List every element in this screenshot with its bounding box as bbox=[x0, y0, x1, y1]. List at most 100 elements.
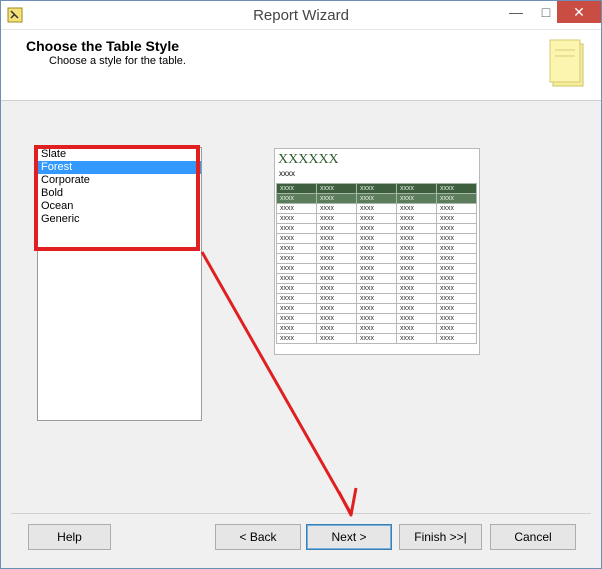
preview-table-cell: xxxx bbox=[276, 193, 317, 204]
next-button[interactable]: Next > bbox=[306, 524, 392, 550]
preview-table-cell: xxxx bbox=[276, 263, 317, 274]
preview-table-cell: xxxx bbox=[356, 233, 397, 244]
preview-table-cell: xxxx bbox=[396, 303, 437, 314]
preview-table-cell: xxxx bbox=[436, 283, 477, 294]
back-button[interactable]: < Back bbox=[215, 524, 301, 550]
preview-table-cell: xxxx bbox=[316, 323, 357, 334]
preview-table-row: xxxx xxxx xxxx xxxx xxxx bbox=[276, 183, 477, 194]
preview-table-cell: xxxx bbox=[396, 313, 437, 324]
preview-table-cell: xxxx bbox=[396, 193, 437, 204]
preview-table-cell: xxxx bbox=[356, 303, 397, 314]
preview-table-row: xxxx xxxx xxxx xxxx xxxx bbox=[276, 223, 477, 234]
preview-table-cell: xxxx bbox=[276, 273, 317, 284]
preview-table-cell: xxxx bbox=[396, 283, 437, 294]
preview-table-row: xxxx xxxx xxxx xxxx xxxx bbox=[276, 293, 477, 304]
preview-table-cell: xxxx bbox=[276, 223, 317, 234]
wizard-page-icon bbox=[549, 38, 589, 90]
preview-table-row: xxxx xxxx xxxx xxxx xxxx bbox=[276, 283, 477, 294]
preview-table-cell: xxxx bbox=[276, 293, 317, 304]
preview-table-cell: xxxx bbox=[316, 223, 357, 234]
preview-table-row: xxxx xxxx xxxx xxxx xxxx bbox=[276, 243, 477, 254]
preview-table-cell: xxxx bbox=[316, 303, 357, 314]
page-subtitle: Choose a style for the table. bbox=[49, 55, 186, 67]
preview-table-row: xxxx xxxx xxxx xxxx xxxx bbox=[276, 323, 477, 334]
preview-table-cell: xxxx bbox=[276, 203, 317, 214]
preview-table-cell: xxxx bbox=[316, 313, 357, 324]
preview-table-cell: xxxx bbox=[316, 293, 357, 304]
preview-table-cell: xxxx bbox=[396, 213, 437, 224]
preview-table-cell: xxxx bbox=[356, 223, 397, 234]
report-wizard-window: Report Wizard — □ ✕ Choose the Table Sty… bbox=[0, 0, 602, 569]
preview-table-cell: xxxx bbox=[436, 203, 477, 214]
preview-table-cell: xxxx bbox=[316, 193, 357, 204]
preview-table-row: xxxx xxxx xxxx xxxx xxxx bbox=[276, 303, 477, 314]
preview-table-cell: xxxx bbox=[276, 213, 317, 224]
annotation-highlight-box bbox=[34, 145, 200, 251]
preview-table-cell: xxxx bbox=[396, 203, 437, 214]
preview-table-cell: xxxx bbox=[396, 183, 437, 194]
preview-table-row: xxxx xxxx xxxx xxxx xxxx bbox=[276, 193, 477, 204]
preview-table-cell: xxxx bbox=[356, 333, 397, 344]
preview-table-cell: xxxx bbox=[396, 223, 437, 234]
preview-table-cell: xxxx bbox=[276, 183, 317, 194]
preview-table-cell: xxxx bbox=[356, 203, 397, 214]
preview-table-cell: xxxx bbox=[436, 273, 477, 284]
preview-table-cell: xxxx bbox=[276, 283, 317, 294]
preview-table-cell: xxxx bbox=[276, 323, 317, 334]
title-bar: Report Wizard — □ ✕ bbox=[1, 1, 601, 30]
wizard-header: Choose the Table Style Choose a style fo… bbox=[1, 30, 601, 101]
preview-table-cell: xxxx bbox=[356, 283, 397, 294]
preview-table-cell: xxxx bbox=[436, 303, 477, 314]
preview-table-cell: xxxx bbox=[396, 323, 437, 334]
preview-table-cell: xxxx bbox=[436, 213, 477, 224]
minimize-icon[interactable]: — bbox=[501, 1, 531, 23]
preview-table-cell: xxxx bbox=[276, 313, 317, 324]
preview-table-cell: xxxx bbox=[356, 193, 397, 204]
preview-table-cell: xxxx bbox=[396, 333, 437, 344]
preview-table-cell: xxxx bbox=[436, 193, 477, 204]
preview-table-cell: xxxx bbox=[436, 253, 477, 264]
preview-table-cell: xxxx bbox=[276, 233, 317, 244]
preview-table-cell: xxxx bbox=[436, 293, 477, 304]
preview-table-cell: xxxx bbox=[316, 333, 357, 344]
close-icon[interactable]: ✕ bbox=[557, 1, 601, 23]
preview-table-cell: xxxx bbox=[436, 333, 477, 344]
page-title: Choose the Table Style bbox=[26, 38, 179, 54]
preview-table-row: xxxx xxxx xxxx xxxx xxxx bbox=[276, 213, 477, 224]
preview-table-cell: xxxx bbox=[316, 243, 357, 254]
preview-table-cell: xxxx bbox=[356, 323, 397, 334]
preview-table-row: xxxx xxxx xxxx xxxx xxxx bbox=[276, 233, 477, 244]
preview-table-cell: xxxx bbox=[356, 293, 397, 304]
preview-table-cell: xxxx bbox=[316, 283, 357, 294]
preview-table-cell: xxxx bbox=[436, 323, 477, 334]
preview-table-cell: xxxx bbox=[396, 243, 437, 254]
preview-table-cell: xxxx bbox=[276, 333, 317, 344]
preview-table-row: xxxx xxxx xxxx xxxx xxxx bbox=[276, 263, 477, 274]
preview-table-cell: xxxx bbox=[276, 253, 317, 264]
finish-button[interactable]: Finish >>| bbox=[399, 524, 482, 550]
preview-table-cell: xxxx bbox=[316, 183, 357, 194]
preview-table-cell: xxxx bbox=[356, 243, 397, 254]
preview-table-cell: xxxx bbox=[356, 183, 397, 194]
preview-table-cell: xxxx bbox=[356, 213, 397, 224]
preview-table-row: xxxx xxxx xxxx xxxx xxxx bbox=[276, 333, 477, 344]
preview-table-cell: xxxx bbox=[436, 233, 477, 244]
footer-divider bbox=[11, 513, 591, 514]
preview-table-row: xxxx xxxx xxxx xxxx xxxx bbox=[276, 203, 477, 214]
preview-table-row: xxxx xxxx xxxx xxxx xxxx bbox=[276, 273, 477, 284]
cancel-button[interactable]: Cancel bbox=[490, 524, 576, 550]
preview-table-cell: xxxx bbox=[396, 233, 437, 244]
preview-table-cell: xxxx bbox=[356, 273, 397, 284]
preview-table-cell: xxxx bbox=[356, 253, 397, 264]
preview-table-cell: xxxx bbox=[316, 253, 357, 264]
preview-table-cell: xxxx bbox=[396, 253, 437, 264]
preview-table-cell: xxxx bbox=[396, 263, 437, 274]
preview-table-row: xxxx xxxx xxxx xxxx xxxx bbox=[276, 313, 477, 324]
preview-table-cell: xxxx bbox=[396, 273, 437, 284]
preview-table-cell: xxxx bbox=[356, 313, 397, 324]
help-button[interactable]: Help bbox=[28, 524, 111, 550]
preview-table-cell: xxxx bbox=[436, 183, 477, 194]
preview-table-cell: xxxx bbox=[316, 263, 357, 274]
preview-title: XXXXXX bbox=[278, 152, 339, 167]
preview-subtitle: xxxx bbox=[279, 169, 295, 178]
